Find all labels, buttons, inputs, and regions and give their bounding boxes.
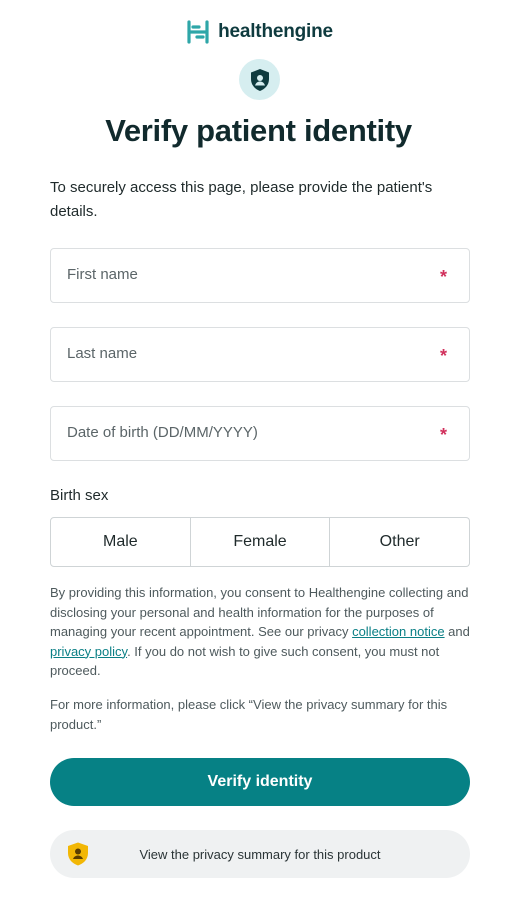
shield-badge: [239, 59, 280, 100]
page-title: Verify patient identity: [105, 113, 412, 148]
intro-text: To securely access this page, please pro…: [50, 179, 433, 220]
last-name-field[interactable]: Last name *: [50, 327, 470, 382]
privacy-policy-link[interactable]: privacy policy: [50, 644, 127, 659]
consent-text: By providing this information, you conse…: [50, 583, 470, 681]
first-name-placeholder: First name: [67, 266, 138, 283]
birth-sex-other-button[interactable]: Other: [330, 517, 471, 567]
healthengine-logo-icon: [187, 20, 209, 44]
verify-identity-button[interactable]: Verify identity: [50, 758, 470, 806]
more-info-text: For more information, please click “View…: [50, 697, 448, 732]
collection-notice-link[interactable]: collection notice: [352, 624, 445, 639]
date-of-birth-field[interactable]: Date of birth (DD/MM/YYYY) *: [50, 406, 470, 461]
shield-person-icon: [250, 68, 269, 91]
birth-sex-label: Birth sex: [50, 487, 109, 504]
privacy-summary-button[interactable]: View the privacy summary for this produc…: [50, 830, 470, 878]
consent-text-and: and: [444, 624, 470, 639]
required-asterisk: *: [439, 425, 447, 445]
date-of-birth-placeholder: Date of birth (DD/MM/YYYY): [67, 424, 258, 441]
required-asterisk: *: [439, 346, 447, 366]
birth-sex-selector: Male Female Other: [50, 517, 471, 567]
privacy-summary-label: View the privacy summary for this produc…: [139, 846, 381, 862]
brand-name: healthengine: [218, 21, 333, 42]
last-name-placeholder: Last name: [67, 345, 138, 362]
birth-sex-male-button[interactable]: Male: [50, 517, 191, 567]
brand-logo: healthengine: [0, 18, 517, 46]
first-name-field[interactable]: First name *: [50, 248, 470, 303]
birth-sex-female-button[interactable]: Female: [190, 517, 331, 567]
required-asterisk: *: [439, 267, 447, 287]
